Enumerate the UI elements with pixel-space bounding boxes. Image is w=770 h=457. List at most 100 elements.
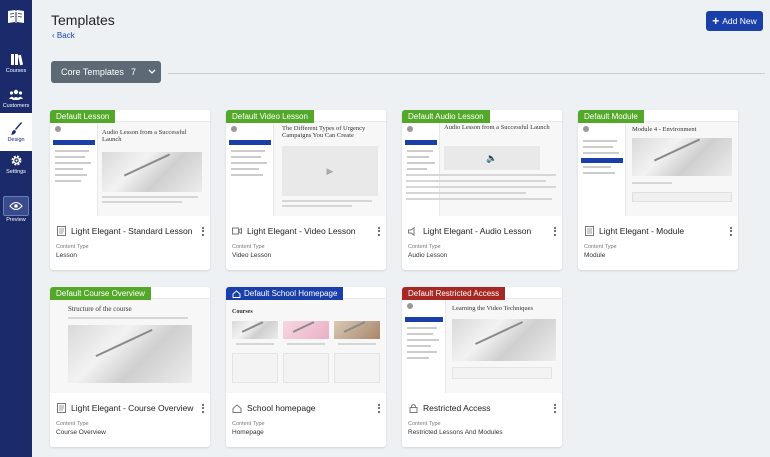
content-type-label: Content Type: [408, 244, 441, 250]
sidebar-item-label: Design: [7, 136, 25, 143]
card-title: Light Elegant - Audio Lesson: [408, 225, 531, 237]
card-title: Light Elegant - Module: [584, 225, 684, 237]
template-preview[interactable]: Courses: [226, 287, 386, 393]
card-name: Restricted Access: [423, 403, 491, 413]
filter-count: 7: [131, 67, 137, 77]
sidebar-item-label: Courses: [5, 67, 27, 74]
default-badge: Default Module: [578, 110, 644, 123]
more-options-icon[interactable]: [727, 225, 735, 237]
list-icon: [584, 226, 594, 236]
preview-heading: Structure of the course: [68, 305, 132, 313]
home-icon: [232, 403, 242, 413]
template-preview[interactable]: The Different Types of Urgency Campaigns…: [226, 110, 386, 216]
preview-button[interactable]: [3, 196, 29, 216]
preview-heading: The Different Types of Urgency Campaigns…: [282, 125, 366, 139]
books-icon: [10, 53, 23, 65]
card-title: Restricted Access: [408, 402, 491, 414]
template-card[interactable]: Audio Lesson from a Successful Launch 🔈 …: [402, 110, 562, 270]
video-placeholder-icon: ▶: [282, 146, 378, 196]
card-name: Light Elegant - Module: [599, 226, 685, 236]
template-filter-dropdown[interactable]: Core Templates 7: [51, 61, 161, 83]
gear-icon: [11, 155, 21, 165]
content-type-value: Audio Lesson: [408, 252, 448, 259]
more-options-icon[interactable]: [199, 402, 207, 414]
paintbrush-icon: [10, 121, 22, 135]
card-title: Light Elegant - Video Lesson: [232, 225, 356, 237]
content-type-value: Video Lesson: [232, 252, 272, 259]
sidebar-item-label: Preview: [6, 217, 26, 223]
content-type-label: Content Type: [408, 421, 441, 427]
book-logo-icon: [8, 10, 24, 23]
content-type-label: Content Type: [232, 244, 265, 250]
content-type-value: Module: [584, 252, 606, 259]
card-name: Light Elegant - Standard Lesson: [71, 226, 193, 236]
preview-heading: Module 4 - Environment: [632, 126, 697, 133]
content-type-label: Content Type: [56, 421, 89, 427]
content-type-value: Homepage: [232, 429, 264, 436]
default-badge: Default School Homepage: [226, 287, 344, 300]
preview-heading: Learning the Video Techniques: [452, 305, 534, 312]
content-type-value: Restricted Lessons And Modules: [408, 429, 503, 436]
content-type-label: Content Type: [232, 421, 265, 427]
sidebar: Courses Customers Design Settings Previe…: [0, 0, 32, 457]
template-card[interactable]: Audio Lesson from a Successful Launch De…: [50, 110, 210, 270]
chevron-down-icon: [148, 69, 156, 74]
more-options-icon[interactable]: [375, 402, 383, 414]
page-title: Templates: [51, 12, 115, 28]
sidebar-item-label: Customers: [2, 103, 30, 109]
filter-label: Core Templates: [61, 67, 124, 77]
badge-label: Default School Homepage: [244, 289, 338, 298]
default-badge: Default Audio Lesson: [402, 110, 490, 123]
more-options-icon[interactable]: [199, 225, 207, 237]
back-link[interactable]: ‹ Back: [52, 31, 75, 40]
card-title: Light Elegant - Standard Lesson: [56, 225, 192, 237]
template-card[interactable]: Learning the Video Techniques Default Re…: [402, 287, 562, 447]
content-type-label: Content Type: [56, 244, 89, 250]
template-preview[interactable]: Learning the Video Techniques: [402, 287, 562, 393]
card-title: Light Elegant - Course Overview: [56, 402, 193, 414]
default-badge: Default Lesson: [50, 110, 116, 123]
template-card[interactable]: The Different Types of Urgency Campaigns…: [226, 110, 386, 270]
content-type-label: Content Type: [584, 244, 617, 250]
sidebar-item-courses[interactable]: Courses: [0, 44, 32, 82]
home-icon: [232, 289, 241, 298]
document-icon: [56, 226, 66, 236]
more-options-icon[interactable]: [551, 225, 559, 237]
add-new-button[interactable]: + Add New: [706, 11, 763, 31]
more-options-icon[interactable]: [551, 402, 559, 414]
card-title: School homepage: [232, 402, 316, 414]
default-badge: Default Video Lesson: [226, 110, 314, 123]
card-name: Light Elegant - Audio Lesson: [423, 226, 532, 236]
more-options-icon[interactable]: [375, 225, 383, 237]
customers-icon: [9, 89, 23, 100]
chevron-left-icon: ‹: [52, 31, 55, 40]
template-card[interactable]: Courses Default School Homepage School h…: [226, 287, 386, 447]
template-preview[interactable]: Audio Lesson from a Successful Launch: [50, 110, 210, 216]
template-preview[interactable]: Structure of the course: [50, 287, 210, 393]
card-name: Light Elegant - Video Lesson: [247, 226, 356, 236]
eye-icon: [9, 201, 23, 211]
divider: [168, 73, 765, 74]
template-preview[interactable]: Module 4 - Environment: [578, 110, 738, 216]
back-link-label: Back: [56, 31, 75, 40]
sidebar-item-settings[interactable]: Settings: [0, 145, 32, 183]
content-type-value: Lesson: [56, 252, 77, 259]
template-card[interactable]: Module 4 - Environment Default Module Li…: [578, 110, 738, 270]
card-name: Light Elegant - Course Overview: [71, 403, 194, 413]
video-icon: [232, 226, 242, 236]
template-card[interactable]: Structure of the course Default Course O…: [50, 287, 210, 447]
speaker-icon: [408, 226, 418, 236]
sidebar-item-label: Settings: [6, 168, 26, 175]
default-badge: Default Restricted Access: [402, 287, 506, 300]
document-icon: [56, 403, 66, 413]
preview-heading: Audio Lesson from a Successful Launch: [102, 129, 187, 143]
add-new-label: Add New: [722, 16, 757, 26]
content-type-value: Course Overview: [56, 429, 106, 436]
logo[interactable]: [0, 0, 32, 34]
plus-icon: +: [712, 14, 720, 28]
preview-heading: Courses: [232, 309, 253, 315]
default-badge: Default Course Overview: [50, 287, 151, 300]
audio-placeholder-icon: 🔈: [444, 146, 540, 170]
preview-heading: Audio Lesson from a Successful Launch: [444, 124, 550, 131]
template-preview[interactable]: Audio Lesson from a Successful Launch 🔈: [402, 110, 562, 216]
